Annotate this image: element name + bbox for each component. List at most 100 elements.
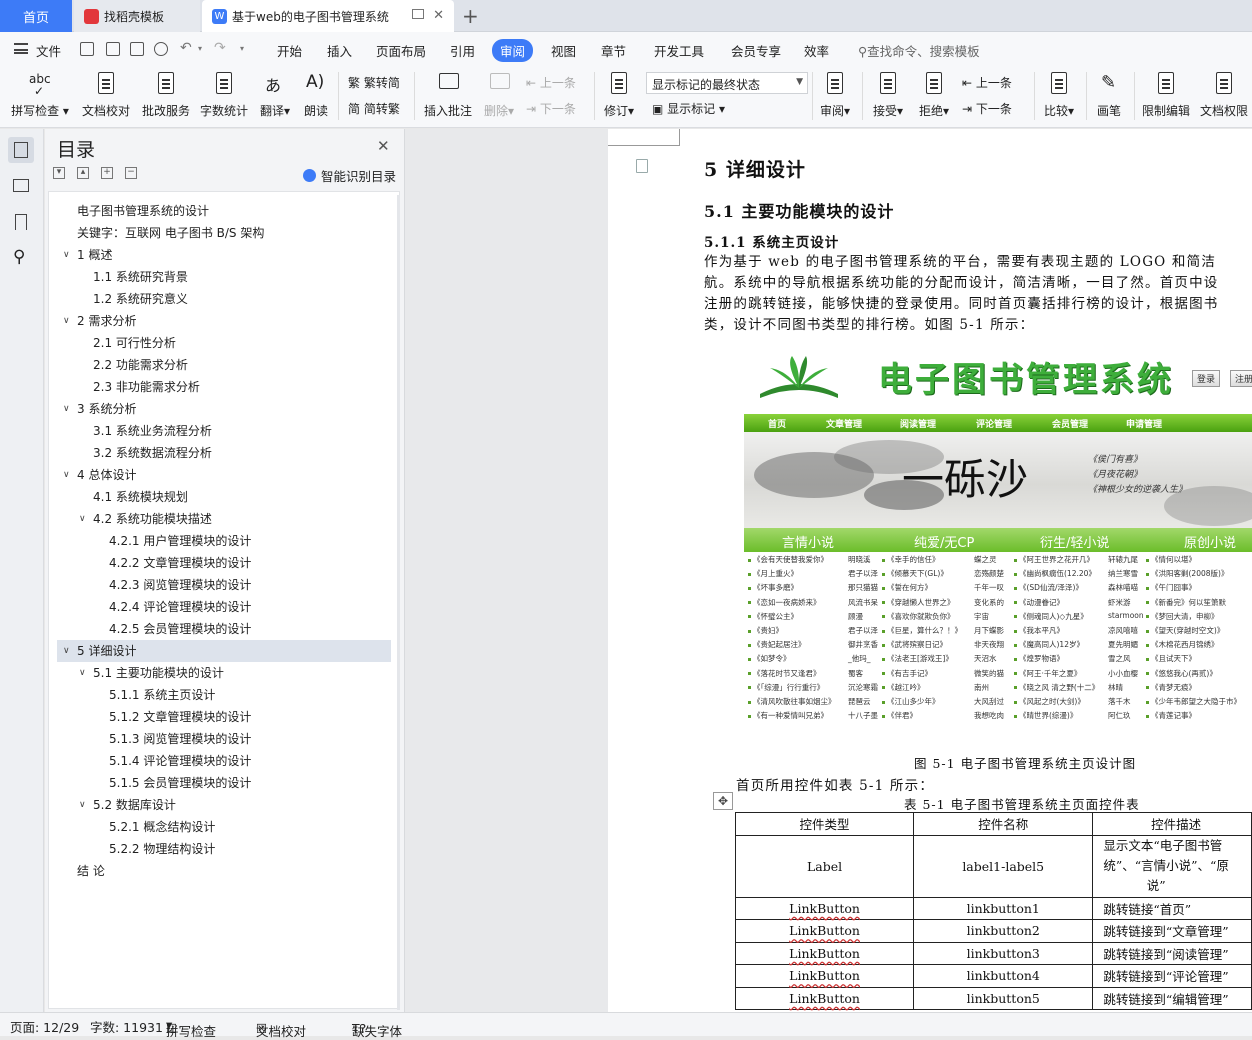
menu-view[interactable]: 视图 [551, 41, 576, 60]
close-icon[interactable]: ✕ [377, 137, 390, 155]
ink-button[interactable]: ✎ 画笔 [1092, 70, 1126, 119]
menu-file[interactable]: 文件 [36, 41, 61, 60]
status-spellcheck[interactable]: ☑ 拼写检查 ▾ [166, 1017, 216, 1039]
toc-item[interactable]: 5.1.4 评论管理模块的设计 [49, 750, 389, 772]
to-simplified-button[interactable]: 简 简转繁 [348, 100, 400, 117]
print-preview-icon[interactable] [154, 42, 168, 56]
tab-document[interactable]: W 基于web的电子图书管理系统 ✕ [202, 0, 454, 32]
toc-item[interactable]: 5.2.2 物理结构设计 [49, 838, 389, 860]
menu-efficiency[interactable]: 效率 [804, 41, 829, 60]
menu-review[interactable]: 审阅 [492, 39, 534, 62]
chevron-down-icon[interactable]: ∨ [63, 310, 70, 332]
toc-item[interactable]: 4.2.4 评论管理模块的设计 [49, 596, 389, 618]
doc-check-button[interactable]: 文档校对 [80, 70, 132, 119]
paragraph-icon[interactable] [636, 159, 648, 173]
review-button[interactable]: 审阅▾ [816, 70, 854, 119]
accept-button[interactable]: 接受▾ [868, 70, 908, 119]
chevron-down-icon[interactable]: ∨ [63, 464, 70, 486]
toc-item[interactable]: 5.1.2 文章管理模块的设计 [49, 706, 389, 728]
menu-hamburger-icon[interactable] [14, 43, 28, 54]
toc-nav-icon[interactable] [8, 137, 34, 163]
next-comment-button[interactable]: ⇥ 下一条 [526, 100, 576, 117]
menu-devtools[interactable]: 开发工具 [654, 41, 704, 60]
word-count-indicator[interactable]: 字数: 11931 [90, 1017, 163, 1036]
quick-access-dropdown-icon[interactable]: ▾ [240, 44, 244, 53]
revise-button[interactable]: 修订▾ [600, 70, 638, 119]
chevron-down-icon[interactable]: ∨ [63, 640, 70, 662]
menu-chapter[interactable]: 章节 [601, 41, 626, 60]
toc-item[interactable]: 3.1 系统业务流程分析 [49, 420, 389, 442]
export-icon[interactable] [106, 42, 120, 56]
toc-item[interactable]: 5.2.1 概念结构设计 [49, 816, 389, 838]
toc-scrollbar[interactable] [397, 195, 400, 1010]
toc-item[interactable]: ∨ 2 需求分析 [49, 310, 389, 332]
close-tab-icon[interactable]: ✕ [433, 8, 444, 23]
monitor-icon[interactable] [412, 9, 424, 19]
read-aloud-button[interactable]: A) 朗读 [300, 70, 332, 119]
toc-item[interactable]: 关键字：互联网 电子图书 B/S 架构 [49, 222, 389, 244]
command-search[interactable]: ⚲查找命令、搜索模板 [858, 41, 980, 60]
plus-icon[interactable]: + [101, 167, 113, 179]
page-indicator[interactable]: 页面: 12/29 [10, 1017, 79, 1036]
new-tab-icon[interactable]: + [462, 4, 479, 28]
tab-home[interactable]: 首页 [0, 0, 72, 32]
document-page[interactable]: 5 详细设计 5.1 主要功能模块的设计 5.1.1 系统主页设计 作为基于 w… [608, 129, 1252, 1012]
expand-up-icon[interactable]: ▴ [77, 167, 89, 179]
delete-comment-button[interactable]: 删除▾ [480, 70, 518, 119]
toc-item[interactable]: ∨ 5.1 主要功能模块的设计 [49, 662, 389, 684]
search-icon[interactable]: ⚲ [8, 245, 34, 271]
toc-item[interactable]: 4.2.5 会员管理模块的设计 [49, 618, 389, 640]
chevron-down-icon[interactable]: ∨ [63, 244, 70, 266]
show-markup-button[interactable]: ▣ 显示标记 ▾ [652, 100, 725, 117]
restrict-edit-button[interactable]: 限制编辑 [1140, 70, 1192, 119]
toc-item[interactable]: 2.3 非功能需求分析 [49, 376, 389, 398]
reject-button[interactable]: 拒绝▾ [914, 70, 954, 119]
toc-item[interactable]: ∨ 5 详细设计 [57, 640, 391, 662]
toc-item[interactable]: 3.2 系统数据流程分析 [49, 442, 389, 464]
toc-item[interactable]: ∨ 4 总体设计 [49, 464, 389, 486]
chevron-down-icon[interactable]: ∨ [79, 508, 86, 530]
prev-change-button[interactable]: ⇤ 上一条 [962, 74, 1012, 91]
insert-comment-button[interactable]: 插入批注 [420, 70, 476, 119]
toc-item[interactable]: 2.2 功能需求分析 [49, 354, 389, 376]
smart-toc-button[interactable]: 智能识别目录 [303, 166, 396, 185]
markup-state-select[interactable]: 显示标记的最终状态 ▼ [646, 72, 808, 94]
chevron-down-icon[interactable]: ∨ [79, 794, 86, 816]
toc-item[interactable]: ∨ 1 概述 [49, 244, 389, 266]
chevron-down-icon[interactable]: ∨ [79, 662, 86, 684]
word-count-button[interactable]: 字数统计 [198, 70, 250, 119]
save-icon[interactable] [80, 42, 94, 56]
undo-icon[interactable]: ↶ [180, 40, 192, 56]
annotate-service-button[interactable]: 批改服务 [140, 70, 192, 119]
menu-reference[interactable]: 引用 [450, 41, 475, 60]
table-move-icon[interactable]: ✥ [713, 792, 733, 810]
compare-button[interactable]: 比较▾ [1040, 70, 1078, 119]
menu-page-layout[interactable]: 页面布局 [376, 41, 426, 60]
print-icon[interactable] [130, 42, 144, 56]
collapse-icon[interactable]: ▾ [53, 167, 65, 179]
tab-template[interactable]: 找稻壳模板 [74, 0, 200, 32]
toc-item[interactable]: 2.1 可行性分析 [49, 332, 389, 354]
translate-button[interactable]: あ 翻译▾ [256, 70, 294, 119]
toc-item[interactable]: 1.2 系统研究意义 [49, 288, 389, 310]
toc-item[interactable]: 1.1 系统研究背景 [49, 266, 389, 288]
toc-item[interactable]: 4.1 系统模块规划 [49, 486, 389, 508]
toc-item[interactable]: 结 论 [49, 860, 389, 882]
minus-icon[interactable]: − [125, 167, 137, 179]
chevron-down-icon[interactable]: ∨ [63, 398, 70, 420]
toc-item[interactable]: 5.1.5 会员管理模块的设计 [49, 772, 389, 794]
bookmark-icon[interactable] [8, 209, 34, 235]
chapter-nav-icon[interactable] [8, 173, 34, 199]
spellcheck-button[interactable]: abc ✓ 拼写检查 ▾ [10, 70, 70, 119]
toc-item[interactable]: 4.2.1 用户管理模块的设计 [49, 530, 389, 552]
redo-icon[interactable]: ↷ [214, 40, 226, 56]
toc-item[interactable]: ∨ 4.2 系统功能模块描述 [49, 508, 389, 530]
doc-rights-button[interactable]: 文档权限 [1198, 70, 1250, 119]
toc-item[interactable]: 4.2.3 阅览管理模块的设计 [49, 574, 389, 596]
next-change-button[interactable]: ⇥ 下一条 [962, 100, 1012, 117]
menu-insert[interactable]: 插入 [327, 41, 352, 60]
toc-item[interactable]: ∨ 3 系统分析 [49, 398, 389, 420]
toc-item[interactable]: 4.2.2 文章管理模块的设计 [49, 552, 389, 574]
menu-member[interactable]: 会员专享 [731, 41, 781, 60]
toc-item[interactable]: ∨ 5.2 数据库设计 [49, 794, 389, 816]
